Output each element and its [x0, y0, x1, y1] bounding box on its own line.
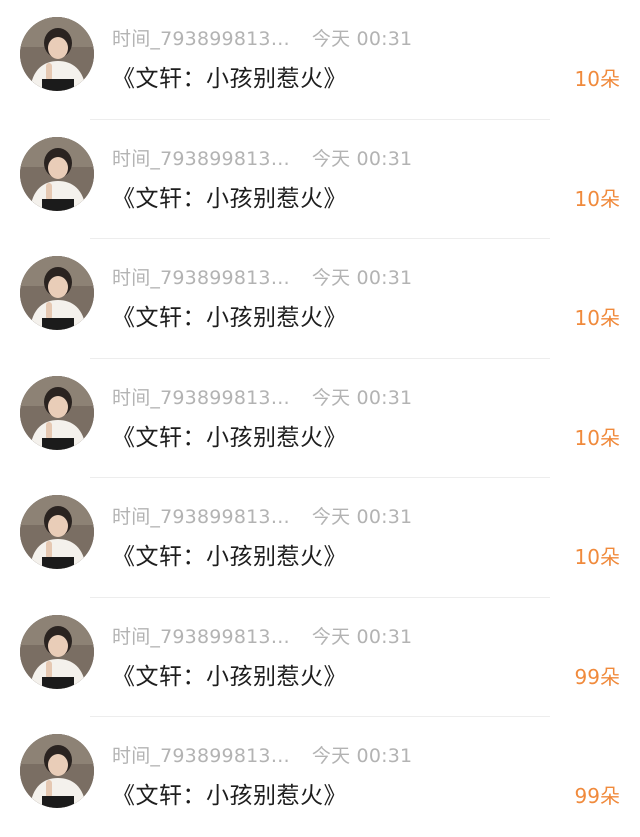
gift-count: 10朵: [574, 545, 620, 569]
item-title[interactable]: 《文轩：小孩别惹火》: [112, 418, 347, 452]
avatar[interactable]: [20, 375, 94, 450]
item-meta: 时间_793899813… 今天 00:31: [112, 263, 412, 290]
gift-count: 10朵: [574, 186, 620, 211]
item-meta: 时间_793899813… 今天 00:31: [112, 741, 412, 768]
username[interactable]: 时间_793899813…: [112, 28, 290, 50]
username[interactable]: 时间_793899813…: [112, 387, 290, 409]
timestamp: 今天 00:31: [311, 147, 413, 170]
gift-count: 99朵: [574, 664, 620, 689]
item-title[interactable]: 《文轩：小孩别惹火》: [112, 776, 347, 810]
item-title[interactable]: 《文轩：小孩别惹火》: [112, 298, 347, 332]
timestamp: 今天 00:31: [311, 625, 413, 648]
avatar[interactable]: [20, 495, 94, 569]
avatar[interactable]: [20, 256, 94, 330]
list-item[interactable]: 时间_793899813… 今天 00:31 《文轩：小孩别惹火》 10朵: [0, 239, 640, 359]
avatar[interactable]: [20, 17, 94, 91]
avatar[interactable]: [20, 136, 94, 211]
timestamp: 今天 00:31: [311, 745, 413, 767]
item-meta: 时间_793899813… 今天 00:31: [112, 383, 412, 410]
gift-count: 10朵: [574, 67, 620, 91]
avatar[interactable]: [20, 614, 94, 689]
username[interactable]: 时间_793899813…: [112, 267, 290, 289]
item-meta: 时间_793899813… 今天 00:31: [112, 144, 412, 171]
list-item[interactable]: 时间_793899813… 今天 00:31 《文轩：小孩别惹火》 99朵: [0, 598, 640, 717]
item-title[interactable]: 《文轩：小孩别惹火》: [112, 179, 347, 213]
timestamp: 今天 00:31: [311, 28, 413, 50]
list-item[interactable]: 时间_793899813… 今天 00:31 《文轩：小孩别惹火》 10朵: [0, 359, 640, 478]
avatar[interactable]: [20, 734, 94, 808]
username[interactable]: 时间_793899813…: [112, 626, 290, 648]
item-meta: 时间_793899813… 今天 00:31: [112, 502, 412, 529]
list-item[interactable]: 时间_793899813… 今天 00:31 《文轩：小孩别惹火》 99朵: [0, 717, 640, 837]
gift-count: 99朵: [574, 784, 620, 808]
item-meta: 时间_793899813… 今天 00:31: [112, 622, 412, 649]
username[interactable]: 时间_793899813…: [112, 745, 290, 767]
timestamp: 今天 00:31: [311, 506, 413, 528]
username[interactable]: 时间_793899813…: [112, 148, 290, 170]
list-item[interactable]: 时间_793899813… 今天 00:31 《文轩：小孩别惹火》 10朵: [0, 120, 640, 239]
gift-record-list: 时间_793899813… 今天 00:31 《文轩：小孩别惹火》 10朵 时间_…: [0, 0, 640, 827]
username[interactable]: 时间_793899813…: [112, 506, 290, 528]
timestamp: 今天 00:31: [311, 267, 413, 289]
timestamp: 今天 00:31: [311, 386, 413, 409]
gift-count: 10朵: [574, 425, 620, 450]
list-item[interactable]: 时间_793899813… 今天 00:31 《文轩：小孩别惹火》 10朵: [0, 478, 640, 598]
item-title[interactable]: 《文轩：小孩别惹火》: [112, 657, 347, 691]
gift-count: 10朵: [574, 306, 620, 330]
item-meta: 时间_793899813… 今天 00:31: [112, 24, 412, 51]
item-title[interactable]: 《文轩：小孩别惹火》: [112, 59, 347, 93]
item-title[interactable]: 《文轩：小孩别惹火》: [112, 537, 347, 571]
list-item[interactable]: 时间_793899813… 今天 00:31 《文轩：小孩别惹火》 10朵: [0, 0, 640, 120]
